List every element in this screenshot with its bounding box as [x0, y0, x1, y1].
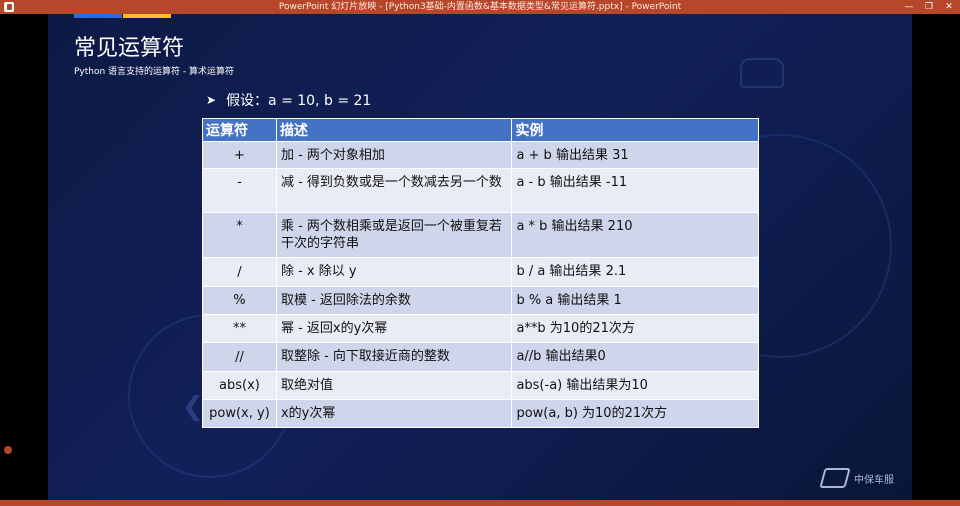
- description-cell: 取整除 - 向下取接近商的整数: [275, 342, 513, 372]
- description-cell: 除 - x 除以 y: [275, 257, 513, 287]
- window-title: PowerPoint 幻灯片放映 - [Python3基础-内置函数&基本数据类…: [278, 2, 682, 12]
- description-cell: 幂 - 返回x的y次幂: [275, 314, 513, 343]
- operator-cell: %: [202, 286, 277, 315]
- arrow-bullet-icon: ➤: [206, 93, 217, 107]
- operator-cell: *: [202, 212, 277, 258]
- header-operator: 运算符: [202, 118, 277, 142]
- operator-cell: **: [202, 314, 277, 343]
- assumption-text: 假设：a = 10, b = 21: [226, 93, 372, 109]
- window-controls: — ❐ ✕: [904, 0, 954, 14]
- slideshow-nav-icon[interactable]: [4, 446, 12, 454]
- table-row: - 减 - 得到负数或是一个数减去另一个数 a - b 输出结果 -11: [202, 168, 759, 213]
- example-cell: b % a 输出结果 1: [511, 286, 759, 315]
- example-cell: a//b 输出结果0: [511, 342, 759, 372]
- company-logo: 中保车服: [819, 468, 894, 488]
- operators-table: 运算符 描述 实例 + 加 - 两个对象相加 a + b 输出结果 31 - 减…: [202, 118, 759, 428]
- description-cell: 乘 - 两个数相乘或是返回一个被重复若干次的字符串: [275, 212, 513, 258]
- table-row: ** 幂 - 返回x的y次幂 a**b 为10的21次方: [202, 314, 759, 343]
- company-logo-icon: [819, 468, 851, 488]
- operator-cell: //: [202, 342, 277, 372]
- description-cell: 取模 - 返回除法的余数: [275, 286, 513, 315]
- slide-title: 常见运算符: [74, 36, 185, 61]
- status-bar: [0, 500, 960, 506]
- example-cell: a**b 为10的21次方: [511, 314, 759, 343]
- example-cell: abs(-a) 输出结果为10: [511, 371, 759, 400]
- table-row: + 加 - 两个对象相加 a + b 输出结果 31: [202, 141, 759, 169]
- powerpoint-app-icon: [4, 2, 14, 12]
- decor-bar-yellow: [123, 14, 171, 18]
- description-cell: x的y次幂: [275, 399, 513, 428]
- table-row: / 除 - x 除以 y b / a 输出结果 2.1: [202, 257, 759, 287]
- example-cell: b / a 输出结果 2.1: [511, 257, 759, 287]
- table-row: pow(x, y) x的y次幂 pow(a, b) 为10的21次方: [202, 399, 759, 428]
- operator-cell: +: [202, 141, 277, 169]
- description-cell: 取绝对值: [275, 371, 513, 400]
- header-description: 描述: [275, 118, 513, 142]
- table-row: % 取模 - 返回除法的余数 b % a 输出结果 1: [202, 286, 759, 315]
- header-example: 实例: [511, 118, 759, 142]
- assumption-line: ➤ 假设：a = 10, b = 21: [206, 90, 371, 110]
- background-car-icon: [740, 58, 784, 88]
- example-cell: a * b 输出结果 210: [511, 212, 759, 258]
- table-header-row: 运算符 描述 实例: [202, 118, 759, 142]
- table-row: * 乘 - 两个数相乘或是返回一个被重复若干次的字符串 a * b 输出结果 2…: [202, 212, 759, 258]
- table-row: // 取整除 - 向下取接近商的整数 a//b 输出结果0: [202, 342, 759, 372]
- restore-icon[interactable]: ❐: [924, 0, 934, 14]
- company-logo-text: 中保车服: [854, 474, 894, 486]
- operator-cell: pow(x, y): [202, 399, 277, 428]
- minimize-icon[interactable]: —: [904, 0, 914, 14]
- operator-cell: /: [202, 257, 277, 287]
- operator-cell: abs(x): [202, 371, 277, 400]
- description-cell: 减 - 得到负数或是一个数减去另一个数: [275, 168, 513, 213]
- example-cell: pow(a, b) 为10的21次方: [511, 399, 759, 428]
- window-title-bar[interactable]: PowerPoint 幻灯片放映 - [Python3基础-内置函数&基本数据类…: [0, 0, 960, 14]
- slide-canvas[interactable]: ❮ 常见运算符 Python 语言支持的运算符 - 算术运算符 ➤ 假设：a =…: [48, 14, 912, 500]
- close-icon[interactable]: ✕: [944, 0, 954, 14]
- operator-cell: -: [202, 168, 277, 213]
- example-cell: a - b 输出结果 -11: [511, 168, 759, 213]
- example-cell: a + b 输出结果 31: [511, 141, 759, 169]
- slide-subtitle: Python 语言支持的运算符 - 算术运算符: [74, 67, 235, 77]
- table-row: abs(x) 取绝对值 abs(-a) 输出结果为10: [202, 371, 759, 400]
- decor-bar-blue: [74, 14, 122, 18]
- description-cell: 加 - 两个对象相加: [275, 141, 513, 169]
- background-chevron-icon: ❮: [182, 392, 204, 422]
